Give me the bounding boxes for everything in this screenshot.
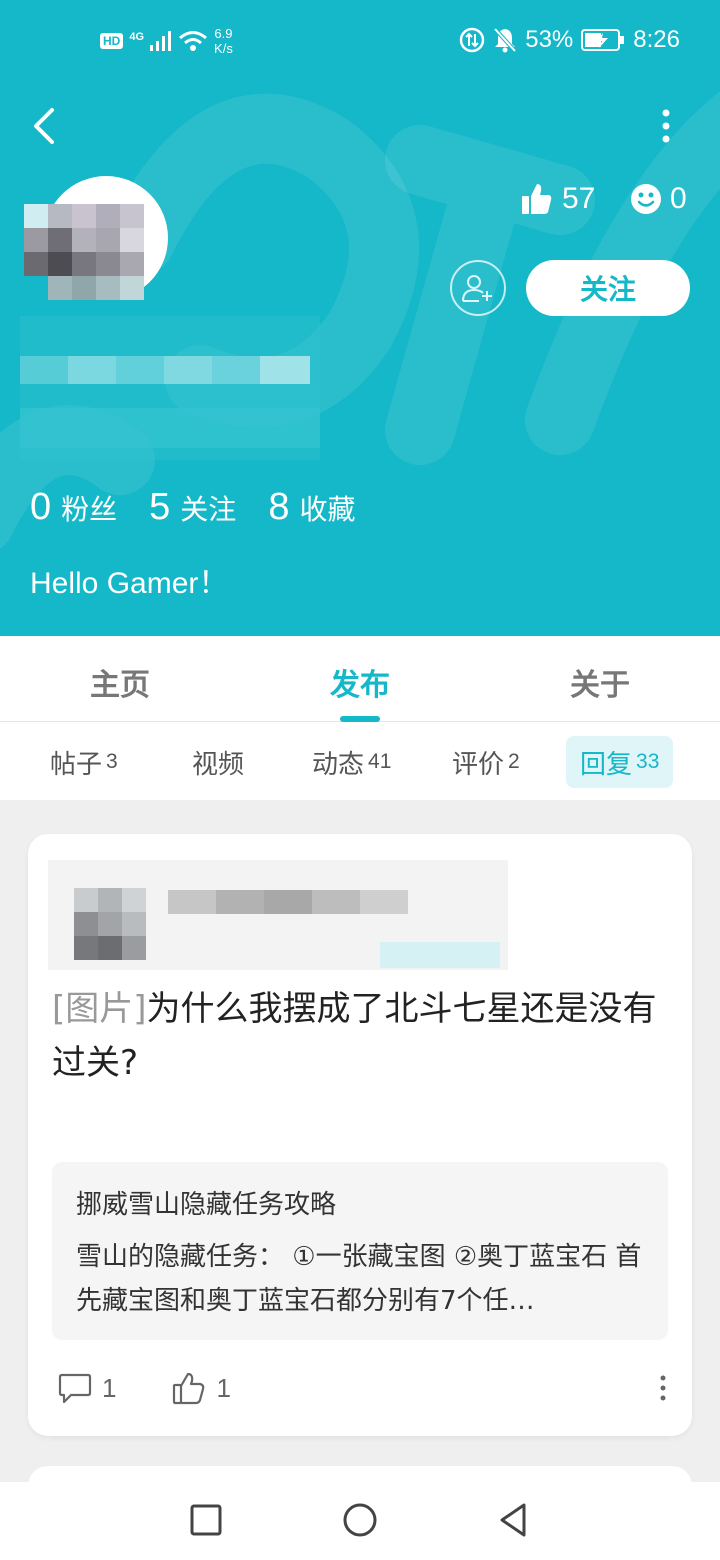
likes-stat: 57 xyxy=(520,182,595,216)
add-user-icon xyxy=(462,275,492,302)
battery-charging-icon xyxy=(581,29,625,51)
tab-publish[interactable]: 发布 xyxy=(300,660,420,704)
wifi-icon xyxy=(179,31,207,51)
thumbs-up-icon xyxy=(522,184,552,214)
emoji-count: 0 xyxy=(670,182,687,215)
status-bar: HD 4G 6.9 K/s 53% 8:26 xyxy=(0,0,720,84)
quoted-post-title: 挪威雪山隐藏任务攻略 xyxy=(76,1190,337,1220)
subtab-reviews[interactable]: 评价 2 xyxy=(452,736,520,788)
comment-count: 1 xyxy=(102,1372,117,1403)
network-speed: 6.9 K/s xyxy=(214,26,233,56)
quoted-post[interactable]: 挪威雪山隐藏任务攻略 雪山的隐藏任务： ①一张藏宝图 ②奥丁蓝宝石 首先藏宝图和… xyxy=(52,1162,668,1340)
subtab-posts[interactable]: 帖子 3 xyxy=(50,736,118,788)
profile-header: HD 4G 6.9 K/s 53% 8:26 57 0 关注 0 粉丝 5 关注… xyxy=(0,0,720,636)
emoji-stat: 0 xyxy=(630,182,687,216)
sub-tabs: 帖子 3 视频 动态 41 评价 2 回复 33 xyxy=(0,722,720,800)
back-triangle-icon[interactable] xyxy=(494,1500,534,1540)
reply-title: [图片]为什么我摆成了北斗七星还是没有过关? xyxy=(52,989,657,1083)
avatar[interactable] xyxy=(24,176,174,316)
likes-count: 57 xyxy=(562,182,596,215)
system-nav-bar xyxy=(0,1482,720,1560)
thumbs-up-outline-icon xyxy=(173,1372,205,1405)
hd-voice-icon: HD xyxy=(100,33,124,49)
more-options-icon[interactable] xyxy=(652,104,680,148)
username-redacted xyxy=(20,316,320,460)
add-friend-button[interactable] xyxy=(450,260,506,316)
like-count: 1 xyxy=(216,1372,231,1403)
follow-button[interactable]: 关注 xyxy=(526,260,690,316)
subtab-replies[interactable]: 回复 33 xyxy=(566,736,674,788)
fans-count[interactable]: 0 粉丝 xyxy=(30,486,117,529)
subtab-videos[interactable]: 视频 xyxy=(192,736,244,788)
subtab-moments[interactable]: 动态 41 xyxy=(312,736,391,788)
data-saver-icon xyxy=(459,27,485,53)
profile-bio: Hello Gamer！ xyxy=(30,567,229,600)
quoted-post-body: 雪山的隐藏任务： ①一张藏宝图 ②奥丁蓝宝石 首先藏宝图和奥丁蓝宝石都分别有7个… xyxy=(76,1242,642,1316)
recents-square-icon[interactable] xyxy=(186,1500,226,1540)
comment-icon xyxy=(58,1373,92,1404)
tab-about[interactable]: 关于 xyxy=(540,660,660,704)
card-actions: 1 1 xyxy=(58,1368,668,1408)
following-count[interactable]: 5 关注 xyxy=(149,486,236,529)
like-button[interactable]: 1 xyxy=(172,1371,231,1405)
clock: 8:26 xyxy=(633,26,680,53)
image-tag: [图片] xyxy=(52,989,147,1029)
home-circle-icon[interactable] xyxy=(340,1500,380,1540)
mute-bell-icon xyxy=(493,27,517,53)
favorites-count[interactable]: 8 收藏 xyxy=(268,486,355,529)
author-redacted xyxy=(48,860,508,970)
tab-home[interactable]: 主页 xyxy=(60,660,180,704)
signal-icon xyxy=(150,31,172,51)
back-arrow-icon[interactable] xyxy=(28,104,68,148)
network-type: 4G xyxy=(129,31,145,43)
main-tabs: 主页 发布 关于 xyxy=(0,636,720,722)
profile-counts: 0 粉丝 5 关注 8 收藏 xyxy=(30,486,355,529)
smiley-icon xyxy=(631,184,661,214)
card-more-icon[interactable] xyxy=(658,1372,668,1404)
comment-button[interactable]: 1 xyxy=(58,1372,116,1404)
battery-percent: 53% xyxy=(525,26,574,53)
reply-card[interactable]: [图片]为什么我摆成了北斗七星还是没有过关? 挪威雪山隐藏任务攻略 雪山的隐藏任… xyxy=(28,834,692,1436)
